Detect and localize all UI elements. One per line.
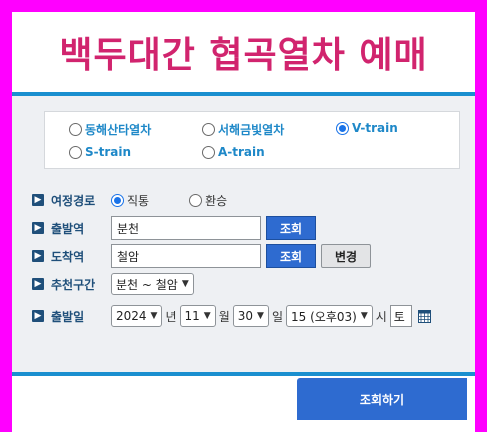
train-option-donghae[interactable]: 동해산타열차	[69, 121, 151, 138]
hour-value: 15 (오후03)	[291, 309, 357, 324]
day-select[interactable]: 30 ▼	[232, 305, 269, 327]
train-option-label: A-train	[218, 145, 265, 159]
page-title: 백두대간 협곡열차 예매	[59, 35, 428, 76]
banner: 백두대간 협곡열차 예매	[12, 12, 475, 92]
hour-unit: 시	[375, 309, 387, 324]
date-label: 출발일	[51, 309, 85, 324]
train-option-v-train[interactable]: V-train	[336, 121, 398, 135]
departure-search-button[interactable]: 조회	[266, 216, 316, 240]
month-value: 11	[184, 309, 200, 323]
radio-icon[interactable]	[202, 145, 215, 159]
booking-frame: 백두대간 협곡열차 예매 동해산타열차 서해금빛열차 V-train S-tra…	[12, 12, 475, 432]
radio-icon[interactable]	[69, 123, 82, 136]
radio-icon[interactable]	[69, 145, 82, 159]
departure-input[interactable]: 분천	[111, 216, 261, 240]
route-option-direct[interactable]: 직통	[111, 192, 149, 209]
train-option-label: 동해산타열차	[85, 123, 152, 137]
chevron-right-icon: ▶	[32, 278, 44, 290]
route-type-label: 여정경로	[51, 193, 96, 208]
recommended-row: ▶ 추천구간 분천 ~ 철암 ▼	[32, 272, 194, 296]
bottom-divider	[12, 372, 475, 376]
year-select[interactable]: 2024 ▼	[111, 305, 163, 327]
hour-select[interactable]: 15 (오후03) ▼	[286, 305, 373, 327]
month-unit: 월	[218, 309, 230, 324]
chevron-down-icon: ▼	[150, 311, 158, 321]
chevron-right-icon: ▶	[32, 194, 44, 206]
departure-row: ▶ 출발역 분천 조회	[32, 216, 316, 240]
chevron-right-icon: ▶	[32, 250, 44, 262]
calendar-icon[interactable]	[417, 309, 431, 323]
form-panel: 동해산타열차 서해금빛열차 V-train S-train A-train ▶ …	[12, 96, 475, 372]
chevron-down-icon: ▼	[257, 311, 264, 321]
recommended-label: 추천구간	[51, 277, 96, 292]
month-select[interactable]: 11 ▼	[179, 305, 216, 327]
train-selector: 동해산타열차 서해금빛열차 V-train S-train A-train	[44, 111, 460, 169]
radio-selected-icon[interactable]	[111, 193, 124, 207]
arrival-search-button[interactable]: 조회	[266, 244, 316, 268]
train-option-label: V-train	[352, 121, 398, 135]
recommended-value: 분천 ~ 철암	[116, 277, 178, 292]
chevron-down-icon: ▼	[181, 279, 189, 289]
arrival-label: 도착역	[51, 249, 85, 264]
route-type-row: ▶ 여정경로 직통 환승	[32, 188, 267, 212]
radio-icon[interactable]	[202, 123, 215, 136]
chevron-down-icon: ▼	[203, 311, 211, 321]
weekday-field: 토	[389, 305, 412, 327]
radio-selected-icon[interactable]	[336, 121, 349, 135]
year-value: 2024	[116, 309, 147, 323]
train-option-a-train[interactable]: A-train	[202, 145, 265, 159]
date-row: ▶ 출발일 2024 ▼ 년 11 ▼ 월 30 ▼ 일 15 (오후03) ▼…	[32, 304, 431, 328]
chevron-right-icon: ▶	[32, 310, 44, 322]
train-option-label: S-train	[85, 145, 132, 159]
route-option-label: 직통	[127, 193, 150, 208]
chevron-right-icon: ▶	[32, 222, 44, 234]
train-option-seohae[interactable]: 서해금빛열차	[202, 121, 284, 138]
recommended-select[interactable]: 분천 ~ 철암 ▼	[111, 273, 194, 295]
route-option-label: 환승	[205, 193, 228, 208]
train-option-label: 서해금빛열차	[218, 123, 285, 137]
arrival-row: ▶ 도착역 철암 조회 변경	[32, 244, 371, 268]
chevron-down-icon: ▼	[360, 311, 368, 321]
day-unit: 일	[271, 309, 284, 324]
departure-label: 출발역	[51, 221, 85, 236]
search-button[interactable]: 조회하기	[297, 378, 467, 420]
arrival-input[interactable]: 철암	[111, 244, 261, 268]
radio-icon[interactable]	[189, 193, 203, 207]
route-option-transfer[interactable]: 환승	[189, 192, 227, 209]
swap-stations-button[interactable]: 변경	[321, 244, 371, 268]
day-value: 30	[237, 309, 254, 323]
year-unit: 년	[165, 309, 177, 324]
train-option-s-train[interactable]: S-train	[69, 145, 131, 159]
